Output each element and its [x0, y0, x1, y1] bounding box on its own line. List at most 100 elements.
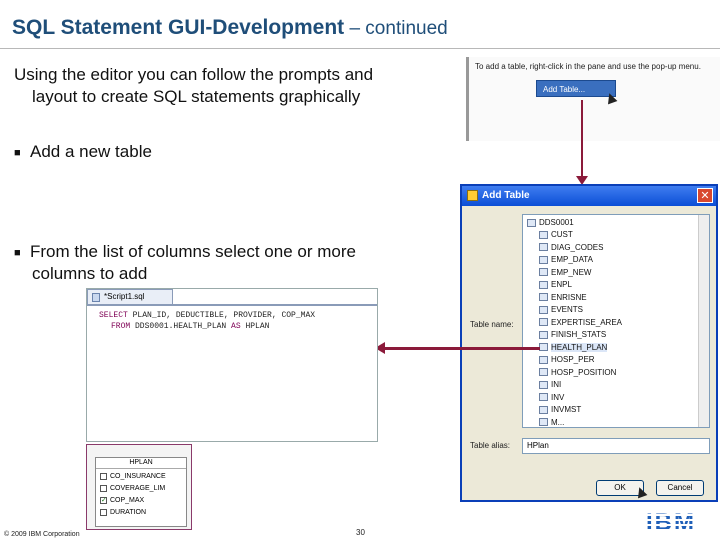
tree-table-item[interactable]: EVENTS [539, 304, 583, 316]
tree-table-item[interactable]: HOSP_PER [539, 354, 595, 366]
tree-table-item[interactable]: HOSP_POSITION [539, 367, 616, 379]
arrow-left [384, 347, 540, 350]
schema-icon [527, 218, 536, 227]
tree-table-label: M... [551, 417, 565, 427]
tree-table-item[interactable]: ENRISNE [539, 292, 587, 304]
bullet-icon: ■ [14, 246, 21, 259]
table-tree[interactable]: DDS0001 CUST DIAG_CODES EMP_DATA EMP_NEW ENP… [522, 214, 710, 428]
column-checkbox[interactable] [100, 472, 107, 480]
tab-underline [87, 304, 377, 306]
table-icon [539, 268, 548, 277]
bullet-select-columns-text-1: From the list of columns select one or m… [30, 242, 356, 261]
tree-table-label: INI [551, 380, 562, 389]
tree-table-label: HOSP_PER [551, 355, 595, 364]
tree-table-item[interactable]: EMP_NEW [539, 267, 591, 279]
column-checkbox[interactable] [100, 508, 107, 516]
tree-table-label: ENRISNE [551, 292, 587, 302]
table-icon [539, 393, 548, 402]
dialog-app-icon [467, 190, 478, 201]
tree-table-label: DIAG_CODES [551, 242, 604, 252]
tree-table-item[interactable]: M... [539, 417, 565, 428]
tree-scrollbar[interactable] [698, 215, 709, 427]
table-alias-label: Table alias: [470, 441, 511, 450]
sql-file-icon [92, 293, 100, 302]
tree-table-item[interactable]: INV [539, 392, 564, 404]
tree-table-item[interactable]: HEALTH_PLAN [539, 342, 608, 354]
tree-table-label: INVMST [551, 405, 582, 414]
bullet-icon: ■ [14, 146, 21, 159]
tree-table-label: FINISH_STATS [551, 330, 607, 339]
diagram-table[interactable]: HPLAN CO_INSURANCE COVERAGE_LIM ✓ COP_MAX DU… [95, 457, 187, 527]
sql-editor[interactable]: *Script1.sql SELECT PLAN_ID, DEDUCTIBLE,… [86, 288, 378, 442]
tree-table-item[interactable]: FINISH_STATS [539, 329, 606, 341]
tree-table-item[interactable]: DIAG_CODES [539, 242, 603, 254]
sql-keyword: AS [231, 322, 241, 331]
tree-table-label: INV [551, 392, 565, 402]
ibm-logo: IBM [638, 510, 704, 536]
column-name: DURATION [110, 509, 147, 516]
diagram-table-name: HPLAN [96, 458, 186, 469]
diagram-column-row[interactable]: CO_INSURANCE [100, 472, 166, 482]
slide-title: SQL Statement GUI-Development – continue… [12, 16, 448, 39]
tree-table-label: EMP_NEW [551, 267, 592, 277]
tree-table-label: HOSP_POSITION [551, 367, 617, 377]
sql-keyword: SELECT [99, 311, 128, 320]
diagram-column-row[interactable]: DURATION [100, 508, 146, 518]
add-table-dialog: Add Table ✕ DDS0001 CUST DIAG_CODES EMP_DA… [460, 184, 718, 502]
table-icon [539, 343, 548, 352]
tree-table-item[interactable]: INVMST [539, 404, 581, 416]
diagram-column-row[interactable]: COVERAGE_LIM [100, 484, 165, 494]
tab-script-label: *Script1.sql [104, 292, 145, 301]
table-icon [539, 405, 548, 414]
copyright: © 2009 IBM Corporation [4, 531, 80, 538]
intro-line-1: Using the editor you can follow the prom… [14, 65, 374, 84]
tree-table-label: CUST [551, 230, 573, 239]
table-icon [539, 293, 548, 302]
arrow-down [581, 100, 583, 178]
bullet-select-columns-text-2: columns to add [32, 264, 148, 283]
tab-script[interactable]: *Script1.sql [87, 289, 173, 305]
tree-root-label: DDS0001 [539, 218, 574, 227]
sql-text: PLAN_ID, DEDUCTIBLE, PROVIDER, COP_MAX [127, 311, 316, 320]
tree-root[interactable]: DDS0001 [527, 217, 574, 229]
tree-table-label: EVENTS [551, 305, 584, 314]
context-hint-text: To add a table, right-click in the pane … [475, 62, 701, 71]
table-icon [539, 230, 548, 239]
column-checkbox[interactable]: ✓ [100, 496, 107, 504]
cancel-button[interactable]: Cancel [656, 480, 704, 496]
table-icon [539, 355, 548, 364]
intro-line-2: layout to create SQL statements graphica… [32, 87, 361, 106]
tree-table-item[interactable]: ENPL [539, 279, 572, 291]
tree-table-label: HEALTH_PLAN [551, 342, 608, 352]
table-icon [539, 368, 548, 377]
bullet-select-columns: ■ From the list of columns select one or … [14, 241, 356, 264]
dialog-titlebar[interactable]: Add Table [462, 186, 716, 206]
table-icon [539, 280, 548, 289]
dialog-close-button[interactable]: ✕ [697, 188, 713, 203]
table-name-label: Table name: [470, 320, 514, 329]
sql-line-1: SELECT PLAN_ID, DEDUCTIBLE, PROVIDER, CO… [99, 311, 315, 320]
sql-text: DDS0001.HEALTH_PLAN [130, 322, 232, 331]
tree-table-item[interactable]: EXPERTISE_AREA [539, 317, 622, 329]
table-icon [539, 305, 548, 314]
table-icon [539, 318, 548, 327]
bullet-add-table-text: Add a new table [30, 142, 152, 161]
sql-line-2: FROM DDS0001.HEALTH_PLAN AS HPLAN [111, 322, 269, 331]
sql-text: HPLAN [240, 322, 270, 331]
column-checkbox[interactable] [100, 484, 107, 492]
diagram-column-row[interactable]: ✓ COP_MAX [100, 496, 144, 506]
table-icon [539, 243, 548, 252]
table-icon [539, 418, 548, 427]
table-icon [539, 255, 548, 264]
bullet-add-table: ■ Add a new table [14, 141, 152, 164]
dialog-title: Add Table [482, 190, 530, 201]
tree-table-item[interactable]: INI [539, 379, 561, 391]
tree-table-item[interactable]: EMP_DATA [539, 254, 593, 266]
table-icon [539, 380, 548, 389]
query-diagram[interactable]: HPLAN CO_INSURANCE COVERAGE_LIM ✓ COP_MAX DU… [86, 444, 192, 530]
page-number: 30 [356, 528, 365, 537]
tree-table-label: ENPL [551, 280, 572, 289]
tree-table-label: EXPERTISE_AREA [551, 317, 622, 327]
table-alias-input[interactable]: HPlan [522, 438, 710, 454]
tree-table-item[interactable]: CUST [539, 229, 573, 241]
